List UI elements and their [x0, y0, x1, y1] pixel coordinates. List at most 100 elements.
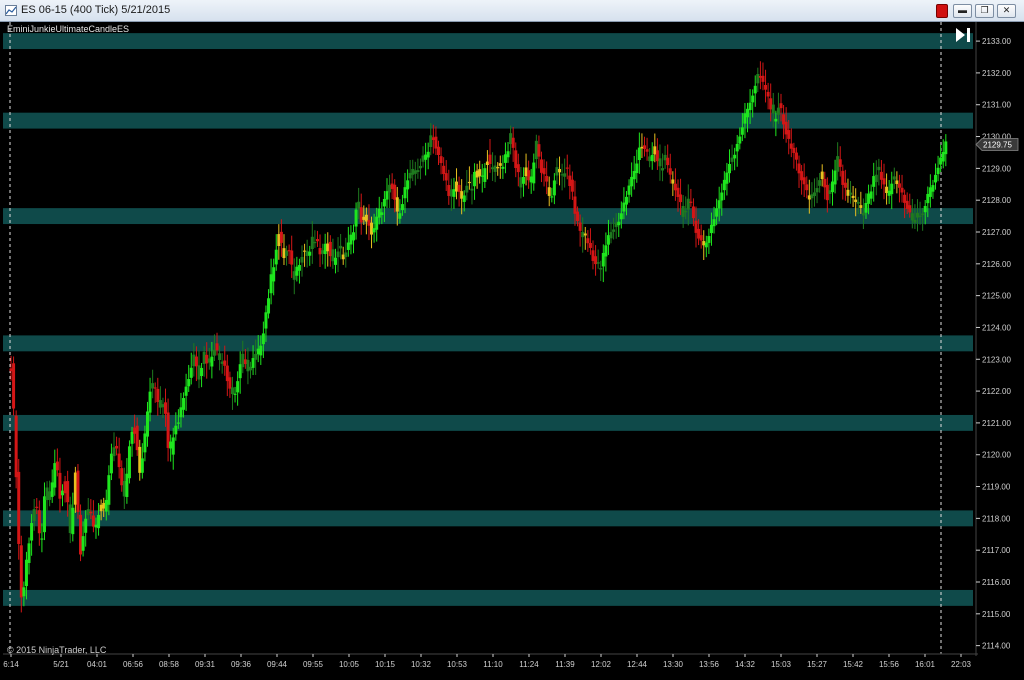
candle — [125, 458, 129, 504]
candle — [846, 178, 850, 203]
candle — [563, 158, 567, 188]
candle — [627, 179, 631, 203]
candle — [66, 470, 70, 517]
candle — [645, 137, 649, 161]
candle — [292, 258, 296, 295]
y-tick-label: 2114.00 — [982, 642, 1011, 651]
candle — [290, 235, 294, 278]
x-tick-label: 16:01 — [915, 660, 936, 669]
x-tick-label: 6:14 — [3, 660, 19, 669]
candle — [810, 182, 814, 209]
candle — [68, 496, 72, 544]
x-tick-label: 11:24 — [519, 660, 539, 669]
candle — [200, 362, 204, 388]
candle — [61, 484, 65, 507]
x-tick-label: 15:56 — [879, 660, 900, 669]
candle — [534, 134, 538, 169]
chart-panel[interactable]: 2114.00 2115.00 2116.00 2117.00 2118.00 2119.… — [3, 22, 1022, 678]
candle — [318, 234, 322, 267]
candle — [279, 219, 283, 257]
candle — [501, 155, 505, 179]
candle — [872, 162, 876, 202]
candle — [228, 371, 232, 398]
candle — [390, 173, 394, 200]
candle — [877, 158, 881, 186]
candle — [197, 350, 201, 389]
x-tick-label: 09:55 — [303, 660, 324, 669]
candle — [233, 386, 237, 403]
candle — [248, 361, 252, 379]
x-tick-label: 10:15 — [375, 660, 396, 669]
record-indicator-button[interactable] — [936, 4, 948, 18]
x-tick-label: 10:32 — [411, 660, 432, 669]
candle — [833, 159, 837, 194]
sr-zone-5 — [3, 510, 973, 527]
candle — [805, 176, 809, 199]
title-bar[interactable]: ES 06-15 (400 Tick) 5/21/2015 ▬ ❐ ✕ — [0, 0, 1024, 22]
candle — [861, 198, 865, 230]
candle — [416, 158, 420, 179]
candle — [738, 127, 742, 150]
candle — [524, 153, 528, 186]
y-tick-label: 2115.00 — [982, 610, 1011, 619]
candle — [666, 144, 670, 173]
candle — [815, 177, 819, 204]
candle — [418, 158, 422, 180]
candle — [511, 127, 515, 162]
candle — [189, 352, 193, 385]
candle — [800, 165, 804, 195]
candle — [344, 237, 348, 268]
x-tick-label: 15:27 — [807, 660, 828, 669]
candle — [122, 467, 126, 509]
candle — [784, 107, 788, 143]
candle — [663, 145, 667, 169]
candle — [246, 347, 250, 385]
candle — [931, 179, 935, 199]
price-chart[interactable]: 2114.00 2115.00 2116.00 2117.00 2118.00 2119.… — [3, 22, 1022, 678]
minimize-button[interactable]: ▬ — [953, 4, 972, 18]
x-tick-label: 5/21 — [53, 660, 69, 669]
y-tick-label: 2129.00 — [982, 164, 1011, 173]
candle — [599, 260, 603, 282]
close-button[interactable]: ✕ — [997, 4, 1016, 18]
candle — [936, 155, 940, 182]
candle — [313, 230, 317, 248]
candle — [37, 500, 41, 546]
candle — [483, 163, 487, 189]
candle — [272, 258, 276, 296]
x-tick-label: 10:53 — [447, 660, 468, 669]
candle — [532, 153, 536, 191]
candle — [442, 157, 446, 181]
y-tick-label: 2131.00 — [982, 101, 1011, 110]
candle — [58, 457, 62, 513]
candle — [498, 155, 502, 179]
candle — [558, 156, 562, 186]
candle — [588, 228, 592, 255]
candle — [220, 353, 224, 374]
candle — [138, 439, 142, 481]
last-price-marker: 2129.75 — [975, 138, 1019, 151]
indicator-label: EminiJunkieUltimateCandleES — [7, 24, 130, 34]
candle — [182, 392, 186, 418]
candle — [230, 376, 234, 410]
candle — [385, 178, 389, 209]
candle — [158, 386, 162, 414]
x-tick-label: 13:30 — [663, 660, 684, 669]
candle — [421, 146, 425, 168]
candle — [496, 162, 500, 176]
skip-to-end-icon[interactable] — [954, 27, 972, 43]
x-tick-label: 12:02 — [591, 660, 612, 669]
x-tick-label: 11:10 — [483, 660, 503, 669]
y-tick-label: 2121.00 — [982, 419, 1011, 428]
candle — [473, 163, 477, 200]
candle — [794, 147, 798, 171]
candle — [869, 184, 873, 205]
candle — [478, 160, 482, 184]
candle — [467, 166, 471, 190]
candle — [699, 224, 703, 249]
candle — [676, 179, 680, 212]
candle — [261, 321, 265, 359]
candle — [457, 176, 461, 207]
maximize-button[interactable]: ❐ — [975, 4, 994, 18]
x-tick-label: 09:36 — [231, 660, 252, 669]
